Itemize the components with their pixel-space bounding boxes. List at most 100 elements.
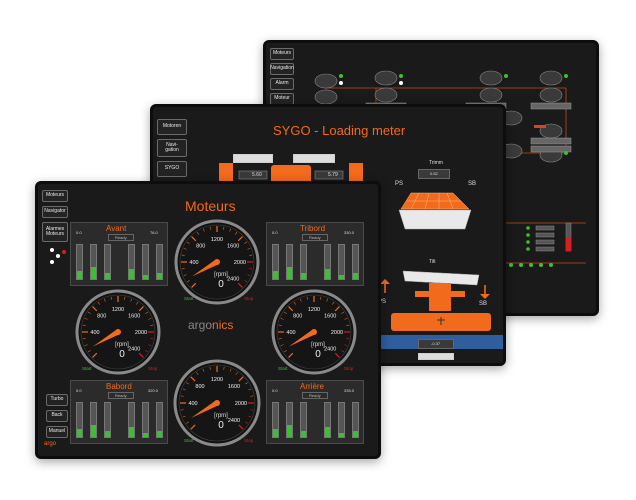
engine-name: Babord — [106, 382, 132, 391]
gauge-tick-label: 1600 — [227, 244, 239, 250]
gauge-tick-label: 2400 — [324, 346, 336, 352]
ship-trim-icon — [398, 192, 472, 230]
status-led-white-1 — [50, 248, 54, 252]
left-top-value: 5.60 — [252, 172, 262, 178]
nav-moteurs[interactable]: Moteurs — [42, 190, 68, 202]
engine-left-value: 0.0 — [272, 230, 278, 235]
nav-label: Back — [51, 412, 63, 419]
tilt-value-box: -0.37 — [418, 339, 454, 349]
start-label: Start — [184, 296, 194, 301]
front-screen: Moteurs Navigator Alarmes Moteurs Turbo … — [35, 181, 381, 459]
gauge-value: 0 — [218, 279, 224, 290]
gauge-dial: 400 800 1200 1600 2000 2400[rpm]0 Start Stop — [173, 359, 261, 447]
nav-label: Motoren — [162, 123, 182, 130]
gauge-tick-label: 800 — [97, 314, 106, 320]
nav-turbo[interactable]: Turbo — [46, 394, 68, 406]
tilt-bottom-field — [418, 353, 454, 360]
argonics-logo: argonics — [188, 318, 233, 332]
nav-label: SYGO — [164, 165, 180, 172]
gauge-unit: [rpm] — [115, 342, 129, 348]
start-label: Start — [184, 438, 194, 443]
engine-name: Avant — [106, 224, 127, 233]
rpm-gauge-bottom-center: 400 800 1200 1600 2000 2400 [rpm] 0 Start Stop — [172, 358, 262, 448]
gauge-tick-label: 800 — [196, 244, 205, 250]
gauge-tick-label: 1200 — [308, 307, 320, 313]
engine-right-value: 330.0 — [344, 230, 355, 235]
nav-label: Navigator — [44, 208, 66, 215]
gauge-hub — [115, 329, 121, 335]
trim-value-box: 0.52 — [418, 169, 450, 179]
gauge-hub — [214, 400, 220, 406]
gauge-tick-label: 800 — [293, 314, 302, 320]
engine-left-value: 0.0 — [76, 230, 82, 235]
gauge-hub — [214, 259, 220, 265]
ship-tilt-icon — [391, 270, 491, 331]
gauge-tick-label: 400 — [286, 330, 295, 336]
gauge-unit: [rpm] — [214, 272, 228, 278]
gauge-dial: 400 800 1200 1600 2000 2400[rpm]0 Start Stop — [174, 219, 260, 305]
nav-sygo[interactable]: SYGO — [157, 161, 187, 177]
gauge-dial: 400 800 1200 1600 2000 2400[rpm]0 Start Stop — [271, 289, 357, 375]
right-top-value: 5.79 — [328, 172, 338, 178]
nav-motoren[interactable]: Motoren — [157, 119, 187, 135]
nav-label: Turbo — [50, 396, 64, 403]
gauge-tick-label: 400 — [90, 330, 99, 336]
nav-manuel[interactable]: Manuel — [46, 426, 68, 438]
gauge-dial: 400 800 1200 1600 2000 2400[rpm]0 Start Stop — [75, 289, 161, 375]
gauge-unit: [rpm] — [214, 413, 228, 419]
nav-back[interactable]: Back — [46, 410, 68, 422]
engine-left-value: 0.0 — [76, 388, 82, 393]
gauge-tick-label: 2000 — [135, 330, 147, 336]
engine-mode: Ready — [108, 392, 134, 399]
engine-mode: Ready — [108, 234, 134, 241]
nav-label: Alarmes Moteurs — [45, 225, 65, 237]
logo-part-a: argo — [188, 318, 213, 332]
nav-navigation[interactable]: Navi- gation — [157, 139, 187, 157]
gauge-tick-label: 2400 — [227, 276, 239, 282]
gauge-tick-label: 2000 — [331, 330, 343, 336]
stop-label: Stop — [148, 366, 158, 371]
start-label: Start — [278, 366, 288, 371]
gauge-tick-label: 2000 — [235, 401, 247, 407]
gauge-tick-label: 1600 — [324, 314, 336, 320]
engine-name: Arrière — [300, 382, 325, 391]
gauge-tick-label: 2000 — [234, 260, 246, 266]
engine-left-value: 0.0 — [272, 388, 278, 393]
nav-label: Manuel — [48, 428, 66, 435]
trim-value: 0.52 — [430, 171, 438, 176]
stop-label: Stop — [344, 366, 354, 371]
status-led-white-2 — [56, 254, 60, 258]
engine-right-value: 335.0 — [344, 388, 355, 393]
gauge-unit: [rpm] — [311, 342, 325, 348]
gauge-value: 0 — [119, 349, 125, 360]
start-label: Start — [82, 366, 92, 371]
tilt-value: -0.37 — [431, 341, 441, 346]
stop-label: Stop — [244, 438, 254, 443]
gauge-tick-label: 1600 — [228, 384, 240, 390]
gauge-tick-label: 2400 — [128, 346, 140, 352]
rpm-gauge-top-center: 400 800 1200 1600 2000 2400 [rpm] 0 Start Stop — [172, 218, 262, 306]
gauge-tick-label: 1200 — [112, 307, 124, 313]
stop-label: Stop — [244, 296, 254, 301]
gauge-tick-label: 1200 — [211, 377, 223, 383]
page-title: Moteurs — [185, 198, 236, 214]
gauge-value: 0 — [218, 420, 224, 431]
footer-logo: argo — [44, 441, 57, 447]
gauge-value: 0 — [315, 349, 321, 360]
gauge-tick-label: 1200 — [211, 237, 223, 243]
gauge-tick-label: 400 — [189, 260, 198, 266]
nav-navigator[interactable]: Navigator — [42, 206, 68, 218]
gauge-hub — [311, 329, 317, 335]
gauge-tick-label: 800 — [195, 384, 204, 390]
nav-label: Moteurs — [45, 192, 65, 199]
gauge-tick-label: 400 — [188, 401, 197, 407]
gauge-tick-label: 2400 — [228, 418, 240, 424]
status-led-red — [62, 250, 66, 254]
trim-label: Trimm — [429, 160, 443, 166]
logo-part-b: nics — [212, 318, 234, 332]
nav-alarmes-moteurs[interactable]: Alarmes Moteurs — [42, 222, 68, 242]
page-title: SYGO - Loading meter — [273, 123, 406, 138]
rpm-gauge-tribord: 400 800 1200 1600 2000 2400 [rpm] 0 Start Stop — [266, 288, 362, 376]
engine-mode: Ready — [302, 392, 328, 399]
rpm-gauge-avant: 400 800 1200 1600 2000 2400 [rpm] 0 Start Stop — [70, 288, 166, 376]
